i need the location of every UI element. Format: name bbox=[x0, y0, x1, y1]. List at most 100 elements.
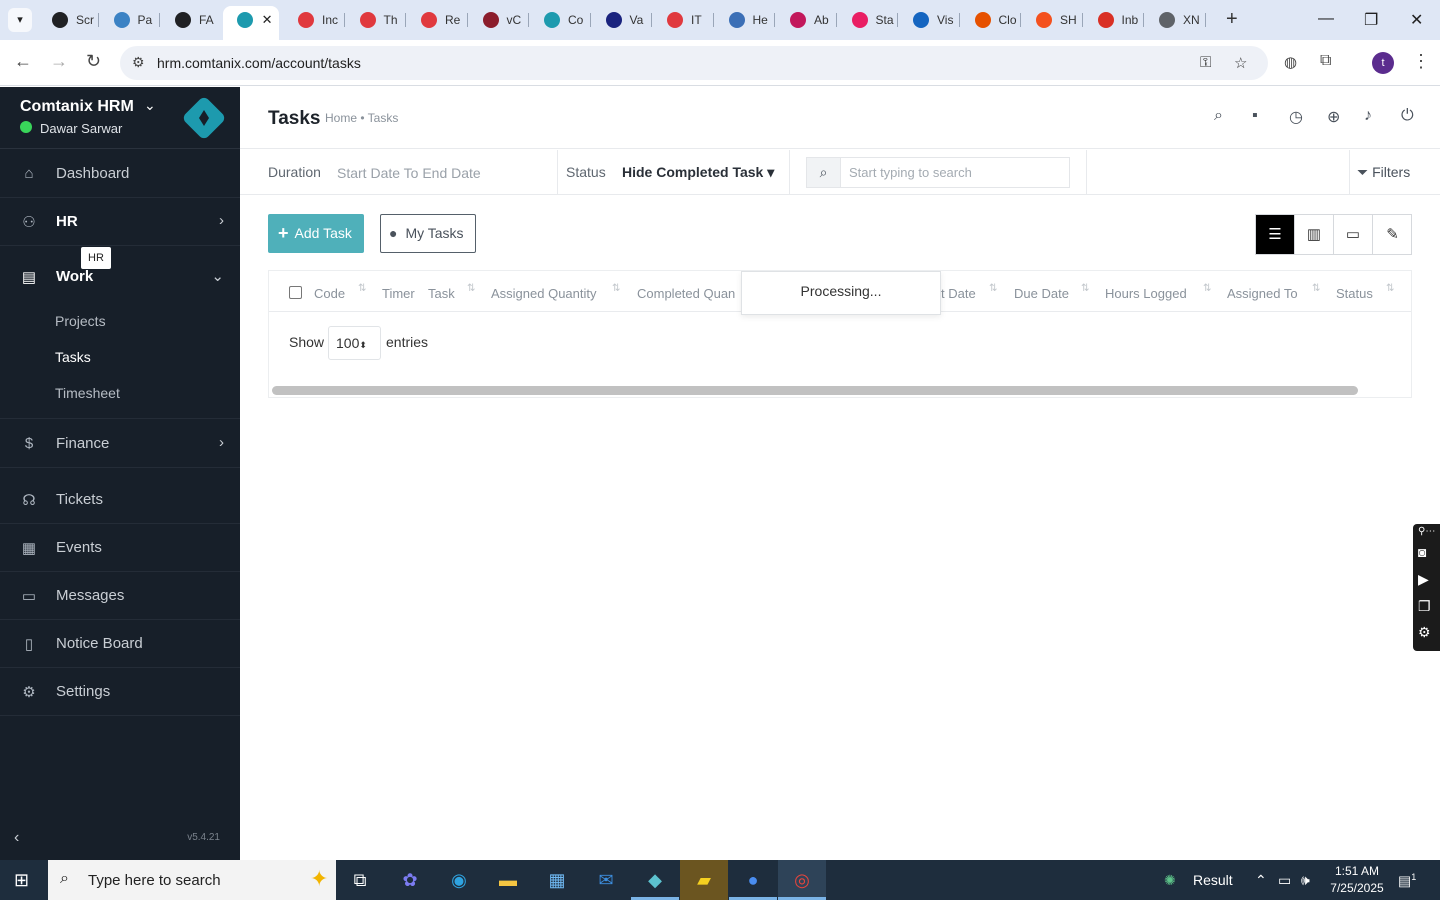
sidebar-item-work[interactable]: ▤ Work ⌄ bbox=[0, 253, 240, 301]
column-hours-logged[interactable]: Hours Logged bbox=[1105, 286, 1187, 301]
sidebar-item-events[interactable]: ▦ Events bbox=[0, 524, 240, 572]
browser-tab[interactable]: ✕ bbox=[222, 6, 279, 40]
taskbar-search[interactable]: ⌕ Type here to search ✦ bbox=[48, 860, 336, 900]
company-name[interactable]: Comtanix HRM bbox=[20, 98, 134, 116]
sidebar-item-messages[interactable]: ▭ Messages bbox=[0, 572, 240, 620]
link-icon[interactable]: ⚲⋯ bbox=[1418, 526, 1435, 537]
camera-icon[interactable]: ◙ bbox=[1418, 544, 1426, 560]
column-due-date[interactable]: Due Date bbox=[1014, 286, 1069, 301]
browser-tab[interactable]: FA bbox=[161, 6, 221, 34]
browser-tab[interactable]: Re bbox=[407, 6, 467, 34]
weather-icon[interactable]: ✺ bbox=[1164, 872, 1176, 889]
column-assigned-quantity[interactable]: Assigned Quantity bbox=[491, 286, 597, 301]
column-assigned-to[interactable]: Assigned To bbox=[1227, 286, 1298, 301]
clock[interactable]: 1:51 AM 7/25/2025 bbox=[1326, 863, 1388, 897]
task-view-icon[interactable]: ⧉ bbox=[336, 860, 384, 900]
sticky-notes-icon[interactable]: ▰ bbox=[680, 860, 728, 900]
sidebar-item-hr[interactable]: ⚇ HR › bbox=[0, 198, 240, 246]
browser-tab[interactable]: Ab bbox=[776, 6, 836, 34]
taskbar-search-input[interactable]: Type here to search bbox=[88, 872, 221, 889]
column-status[interactable]: Status bbox=[1336, 286, 1373, 301]
chevron-down-icon[interactable]: ⌄ bbox=[144, 97, 156, 114]
bell-icon[interactable]: ♪ bbox=[1364, 107, 1372, 125]
column-code[interactable]: Code bbox=[314, 286, 345, 301]
search-box[interactable]: ⌕ Start typing to search bbox=[806, 157, 1070, 188]
status-select[interactable]: Hide Completed Task ▾ bbox=[622, 164, 774, 181]
browser-tab[interactable]: SH bbox=[1022, 6, 1082, 34]
search-input[interactable]: Start typing to search bbox=[849, 165, 972, 180]
close-tab-icon[interactable]: ✕ bbox=[262, 6, 273, 34]
browser-tab[interactable]: Inc bbox=[284, 6, 344, 34]
chevron-up-icon[interactable]: ⌃ bbox=[1255, 872, 1267, 889]
browser-tab[interactable]: Inb bbox=[1084, 6, 1144, 34]
close-window-button[interactable]: ✕ bbox=[1410, 10, 1423, 30]
sidebar-item-settings[interactable]: ⚙ Settings bbox=[0, 668, 240, 716]
horizontal-scrollbar[interactable] bbox=[272, 386, 1358, 395]
window-icon[interactable]: ❐ bbox=[1418, 598, 1431, 615]
list-view-icon[interactable]: ☰ bbox=[1256, 215, 1295, 254]
chrome-icon[interactable]: ◎ bbox=[778, 860, 826, 900]
copilot-icon[interactable]: ✿ bbox=[386, 860, 434, 900]
my-tasks-button[interactable]: ● My Tasks bbox=[380, 214, 476, 253]
new-tab-button[interactable]: + bbox=[1226, 9, 1238, 29]
video-icon[interactable]: ▶ bbox=[1418, 571, 1429, 588]
password-key-icon[interactable]: ⚿ bbox=[1200, 54, 1211, 71]
tab-search-button[interactable]: ▾ bbox=[8, 8, 32, 32]
sidebar-item-notice-board[interactable]: ▯ Notice Board bbox=[0, 620, 240, 668]
sidebar-item-finance[interactable]: $ Finance › bbox=[0, 420, 240, 468]
windows-start-icon[interactable]: ⊞ bbox=[14, 870, 29, 891]
store-icon[interactable]: ▦ bbox=[533, 860, 581, 900]
add-circle-icon[interactable]: ⊕ bbox=[1327, 107, 1340, 127]
browser-tab[interactable]: Va bbox=[592, 6, 652, 34]
extensions-icon[interactable]: ⧉ bbox=[1320, 52, 1331, 70]
browser-tab[interactable]: IT bbox=[653, 6, 713, 34]
power-icon[interactable]: ⏻ bbox=[1401, 107, 1414, 125]
sidebar-item-dashboard[interactable]: ⌂ Dashboard bbox=[0, 150, 240, 198]
reload-button[interactable]: ↻ bbox=[86, 51, 101, 72]
site-info-icon[interactable]: ⚙ bbox=[132, 54, 145, 71]
notification-icon[interactable]: ▤1 bbox=[1398, 872, 1416, 890]
sidebar-item-tickets[interactable]: ☊ Tickets bbox=[0, 476, 240, 524]
zoom-icon[interactable]: ● bbox=[729, 860, 777, 900]
network-icon[interactable]: ▭ bbox=[1278, 872, 1291, 889]
entries-select[interactable]: 100⬍ bbox=[328, 326, 381, 360]
profile-avatar[interactable]: t bbox=[1372, 52, 1394, 74]
sticky-note-icon[interactable]: ▪ bbox=[1252, 107, 1258, 125]
calendar-view-icon[interactable]: ▭ bbox=[1334, 215, 1373, 254]
date-range-input[interactable]: Start Date To End Date bbox=[337, 165, 481, 181]
back-button[interactable]: ← bbox=[14, 51, 32, 72]
column-task[interactable]: Task bbox=[428, 286, 455, 301]
weather-text[interactable]: Result bbox=[1193, 872, 1233, 888]
gear-icon[interactable]: ⚙ bbox=[1418, 624, 1431, 641]
sidebar-subitem-projects[interactable]: Projects bbox=[55, 313, 106, 329]
volume-icon[interactable]: 🕪 bbox=[1301, 872, 1310, 889]
browser-tab[interactable]: Sta bbox=[838, 6, 898, 34]
browser-tab[interactable]: vC bbox=[469, 6, 529, 34]
bookmark-star-icon[interactable]: ☆ bbox=[1234, 54, 1247, 72]
add-task-button[interactable]: + Add Task bbox=[268, 214, 364, 253]
mail-icon[interactable]: ✉ bbox=[582, 860, 630, 900]
browser-menu-icon[interactable]: ⋮ bbox=[1412, 51, 1430, 72]
edge-icon[interactable]: ◉ bbox=[435, 860, 483, 900]
clock-icon[interactable]: ◷ bbox=[1289, 107, 1303, 127]
restore-button[interactable]: ❐ bbox=[1364, 10, 1378, 30]
browser-tab[interactable]: Scr bbox=[38, 6, 98, 34]
forward-button[interactable]: → bbox=[50, 51, 68, 72]
filters-button[interactable]: ⏷ Filters bbox=[1357, 164, 1410, 181]
comtanix-app-icon[interactable]: ◆ bbox=[631, 860, 679, 900]
sidebar-subitem-timesheet[interactable]: Timesheet bbox=[55, 385, 120, 401]
translate-icon[interactable]: ◍ bbox=[1284, 53, 1297, 71]
browser-tab[interactable]: Pa bbox=[100, 6, 160, 34]
board-view-icon[interactable]: ▥ bbox=[1295, 215, 1334, 254]
minimize-button[interactable]: — bbox=[1318, 10, 1334, 28]
column-start-date[interactable]: t Date bbox=[941, 286, 976, 301]
collapse-sidebar-icon[interactable]: ‹ bbox=[14, 829, 19, 847]
breadcrumb[interactable]: Home • Tasks bbox=[325, 111, 398, 125]
browser-tab[interactable]: Co bbox=[530, 6, 590, 34]
search-icon[interactable]: ⌕ bbox=[1214, 107, 1223, 125]
pin-icon[interactable]: ✎ bbox=[1373, 215, 1412, 254]
browser-tab[interactable]: XN bbox=[1145, 6, 1205, 34]
file-explorer-icon[interactable]: ▬ bbox=[484, 860, 532, 900]
browser-tab[interactable]: Clo bbox=[961, 6, 1021, 34]
column-completed-quantity[interactable]: Completed Quan bbox=[637, 286, 735, 301]
